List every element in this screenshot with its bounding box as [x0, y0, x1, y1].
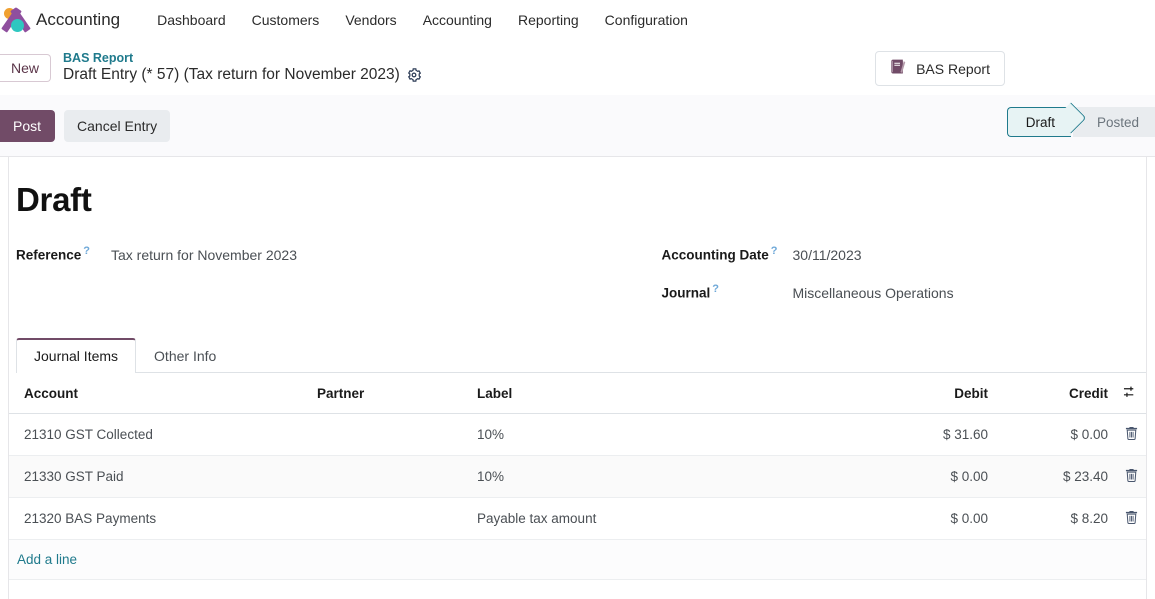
notebook-tabs: Journal Items Other Info: [16, 337, 1146, 373]
cell-account[interactable]: 21310 GST Collected: [9, 414, 309, 456]
cell-debit[interactable]: $ 0.00: [866, 456, 996, 498]
field-journal: Journal? Miscellaneous Operations: [662, 283, 1140, 305]
field-journal-label: Journal?: [662, 283, 793, 301]
cell-debit[interactable]: $ 31.60: [866, 414, 996, 456]
cell-partner[interactable]: [309, 414, 469, 456]
cell-label[interactable]: 10%: [469, 414, 866, 456]
cell-delete: [1116, 498, 1146, 540]
bas-report-button-label: BAS Report: [916, 61, 990, 77]
nav-item-configuration[interactable]: Configuration: [592, 6, 701, 34]
cell-credit[interactable]: $ 23.40: [996, 456, 1116, 498]
breadcrumb-bar: New BAS Report Draft Entry (* 57) (Tax r…: [0, 40, 1155, 95]
cancel-entry-button[interactable]: Cancel Entry: [64, 110, 170, 142]
column-header-debit[interactable]: Debit: [866, 373, 996, 414]
field-accounting-date: Accounting Date? 30/11/2023: [662, 245, 1140, 267]
status-step-draft[interactable]: Draft: [1007, 107, 1071, 137]
navbar-menu: Dashboard Customers Vendors Accounting R…: [144, 6, 701, 34]
add-line-row[interactable]: Add a line: [9, 540, 1146, 580]
trash-icon[interactable]: [1125, 470, 1138, 485]
breadcrumb-current-record: Draft Entry (* 57) (Tax return for Novem…: [63, 66, 400, 84]
trash-icon[interactable]: [1125, 512, 1138, 527]
nav-item-reporting[interactable]: Reporting: [505, 6, 592, 34]
field-accounting-date-label: Accounting Date?: [662, 245, 793, 263]
table-row[interactable]: 21310 GST Collected 10% $ 31.60 $ 0.00: [9, 414, 1146, 456]
add-a-line-link[interactable]: Add a line: [17, 552, 77, 567]
cell-credit[interactable]: $ 0.00: [996, 414, 1116, 456]
journal-items-table-head: Account Partner Label Debit Credit: [9, 373, 1146, 414]
table-row[interactable]: 21320 BAS Payments Payable tax amount $ …: [9, 498, 1146, 540]
form-sheet-wrapper: Draft Reference? Tax return for November…: [0, 157, 1155, 599]
add-line-cell: Add a line: [9, 540, 1146, 580]
cell-partner[interactable]: [309, 456, 469, 498]
app-name[interactable]: Accounting: [36, 10, 120, 30]
nav-item-vendors[interactable]: Vendors: [332, 6, 409, 34]
field-reference: Reference? Tax return for November 2023: [16, 245, 578, 267]
tab-other-info[interactable]: Other Info: [136, 338, 234, 373]
column-header-credit[interactable]: Credit: [996, 373, 1116, 414]
field-journal-value[interactable]: Miscellaneous Operations: [793, 285, 954, 301]
form-fields-left: Reference? Tax return for November 2023: [16, 245, 578, 321]
gear-icon[interactable]: [407, 68, 421, 82]
book-icon: [890, 59, 907, 78]
breadcrumb-parent-link[interactable]: BAS Report: [63, 51, 421, 65]
new-record-button[interactable]: New: [0, 54, 51, 82]
form-fields: Reference? Tax return for November 2023 …: [9, 245, 1146, 321]
status-bar: Draft Posted: [1007, 107, 1155, 137]
cell-account[interactable]: 21330 GST Paid: [9, 456, 309, 498]
journal-items-table: Account Partner Label Debit Credit: [9, 373, 1146, 599]
status-step-posted[interactable]: Posted: [1073, 107, 1155, 137]
cell-debit[interactable]: $ 0.00: [866, 498, 996, 540]
cell-delete: [1116, 414, 1146, 456]
cell-label[interactable]: Payable tax amount: [469, 498, 866, 540]
bas-report-button[interactable]: BAS Report: [875, 51, 1005, 86]
journal-items-table-body: 21310 GST Collected 10% $ 31.60 $ 0.00: [9, 414, 1146, 599]
table-header-row: Account Partner Label Debit Credit: [9, 373, 1146, 414]
control-panel: Post Cancel Entry Draft Posted: [0, 95, 1155, 157]
column-header-account[interactable]: Account: [9, 373, 309, 414]
column-header-partner[interactable]: Partner: [309, 373, 469, 414]
main-navbar: Accounting Dashboard Customers Vendors A…: [0, 0, 1155, 40]
nav-item-customers[interactable]: Customers: [239, 6, 333, 34]
help-icon[interactable]: ?: [83, 245, 90, 257]
nav-item-dashboard[interactable]: Dashboard: [144, 6, 239, 34]
column-header-options: [1116, 373, 1146, 414]
tab-journal-items[interactable]: Journal Items: [16, 338, 136, 373]
cell-delete: [1116, 456, 1146, 498]
odoo-logo-icon[interactable]: [4, 7, 30, 33]
cell-label[interactable]: 10%: [469, 456, 866, 498]
cell-account[interactable]: 21320 BAS Payments: [9, 498, 309, 540]
breadcrumb: BAS Report Draft Entry (* 57) (Tax retur…: [63, 51, 421, 83]
help-icon[interactable]: ?: [712, 283, 719, 295]
form-sheet: Draft Reference? Tax return for November…: [8, 157, 1147, 599]
page-title: Draft: [16, 181, 1146, 219]
trash-icon[interactable]: [1125, 428, 1138, 443]
cell-partner[interactable]: [309, 498, 469, 540]
adjust-settings-icon[interactable]: [1123, 385, 1138, 402]
form-fields-right: Accounting Date? 30/11/2023 Journal? Mis…: [578, 245, 1140, 321]
cell-credit[interactable]: $ 8.20: [996, 498, 1116, 540]
post-button[interactable]: Post: [0, 110, 55, 142]
table-row[interactable]: 21330 GST Paid 10% $ 0.00 $ 23.40: [9, 456, 1146, 498]
nav-item-accounting[interactable]: Accounting: [410, 6, 505, 34]
column-header-label[interactable]: Label: [469, 373, 866, 414]
totals-spacer: [9, 580, 1146, 599]
help-icon[interactable]: ?: [771, 245, 778, 257]
field-accounting-date-value[interactable]: 30/11/2023: [793, 247, 862, 263]
field-reference-label: Reference?: [16, 245, 111, 263]
field-reference-value[interactable]: Tax return for November 2023: [111, 247, 297, 263]
